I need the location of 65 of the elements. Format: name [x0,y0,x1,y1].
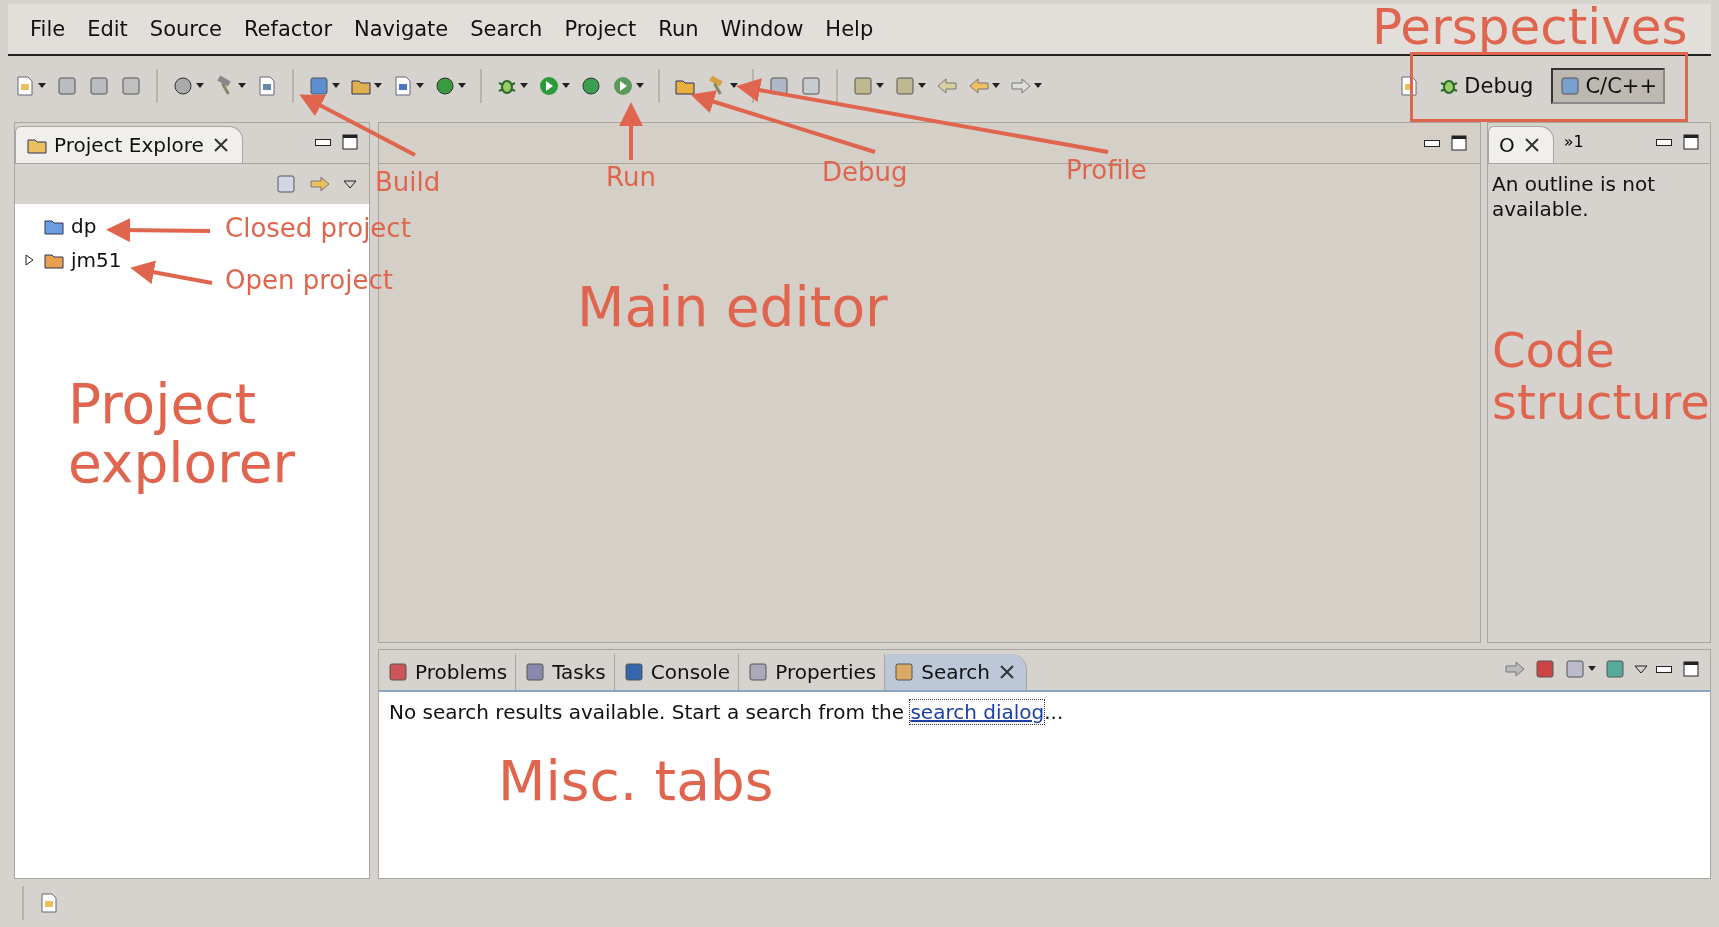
annotation-label: Misc. tabs [498,752,774,812]
menu-item[interactable]: Window [720,17,804,41]
overflow-tabs[interactable]: »1 [1553,132,1584,163]
minimize-icon [315,138,331,146]
perspective-button[interactable]: Debug [1430,68,1542,104]
caret-icon [562,83,570,89]
maximize-icon [339,131,361,153]
view-menu-icon [343,179,357,189]
caret-icon [238,83,246,89]
menu-item[interactable]: File [30,17,66,41]
expander-icon[interactable] [23,254,35,266]
maximize-icon [1680,131,1702,153]
caret-icon [876,83,884,89]
annotation-label: Run [606,163,656,192]
view-tab[interactable]: Search [885,654,1027,690]
caret-icon [38,83,46,89]
caret-icon [458,83,466,89]
new-file-icon [14,75,36,97]
annotation-label: Open project [225,266,393,295]
caret-icon [416,83,424,89]
annotation-arrow [619,102,643,160]
annotation-label: Build [375,168,441,197]
menu-item[interactable]: Navigate [354,17,449,41]
caret-icon [1588,666,1596,672]
fast-view-icon [38,892,60,914]
caret-icon [1034,83,1042,89]
back-icon [968,75,990,97]
annotation-label: Main editor [577,278,888,338]
menu-item[interactable]: Source [149,17,222,41]
caret-icon [374,83,382,89]
caret-icon [918,83,926,89]
annotation-label: Project explorer [68,375,297,494]
annotation-label: Code structure [1492,325,1711,429]
view-tab[interactable]: Project Explore [15,126,243,163]
annotation-label: Closed project [225,214,411,243]
view-tab[interactable]: O [1488,126,1554,163]
caret-icon [730,83,738,89]
forward-icon [1010,75,1032,97]
menu-item[interactable]: Search [470,17,543,41]
caret-icon [992,83,1000,89]
search-message: No search results available. Start a search from the search dialog... [389,700,1065,724]
annotation-label: Profile [1066,156,1147,185]
tree-item[interactable]: jm51 [71,248,122,272]
caret-icon [520,83,528,89]
maximize-icon [1448,132,1470,154]
tree-item[interactable]: dp [71,214,97,238]
maximize-icon [1680,658,1702,680]
menu-item[interactable]: Edit [87,17,128,41]
outline-message: An outline is not available. [1491,171,1656,223]
view-menu-icon [1634,664,1648,674]
menu-item[interactable]: Refactor [243,17,333,41]
caret-icon [332,83,340,89]
menu-item[interactable]: Run [658,17,699,41]
minimize-icon [1656,665,1672,673]
search-dialog-link[interactable]: search dialog [910,700,1045,724]
menu-item[interactable]: Help [825,17,874,41]
caret-icon [636,83,644,89]
caret-icon [196,83,204,89]
annotation-label: Perspectives [1372,0,1688,54]
minimize-icon [1656,138,1672,146]
menu-item[interactable]: Project [564,17,637,41]
perspective-button[interactable]: C/C++ [1551,68,1665,104]
minimize-icon [1424,139,1440,147]
run-icon [538,75,560,97]
annotation-label: Debug [822,158,908,187]
